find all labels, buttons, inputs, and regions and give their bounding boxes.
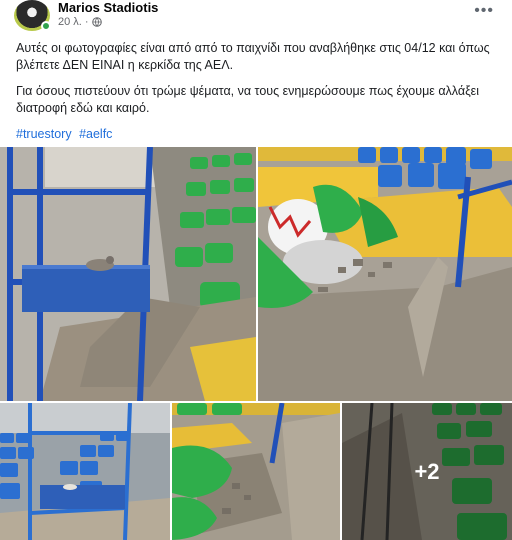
photo-image (0, 147, 256, 401)
post-header: Marios Stadiotis 20 λ. · ••• (0, 0, 512, 36)
photo-image (172, 403, 340, 540)
photo-damaged-green-seats[interactable] (172, 403, 340, 540)
post-paragraph-2: Για όσους πιστεύουν ότι τρώμε ψέματα, να… (16, 84, 480, 115)
hashtags: #truestory #aelfc (16, 126, 498, 143)
post-body: Αυτές οι φωτογραφίες είναι από από το πα… (16, 40, 498, 152)
photo-more-overlay-tile[interactable]: +2 (342, 403, 512, 540)
photo-blue-stand[interactable] (0, 403, 170, 540)
photo-image (0, 403, 170, 540)
post-meta: 20 λ. · (58, 16, 102, 28)
author-name[interactable]: Marios Stadiotis (58, 0, 158, 15)
photo-broken-seats[interactable] (258, 147, 512, 401)
post-time[interactable]: 20 λ. (58, 16, 82, 28)
hashtag-link[interactable]: #aelfc (79, 127, 112, 141)
globe-icon (91, 17, 102, 27)
more-options-button[interactable]: ••• (474, 2, 494, 20)
online-status-dot (41, 21, 51, 31)
hashtag-link[interactable]: #truestory (16, 127, 72, 141)
photo-image (258, 147, 512, 401)
photo-grid: +2 (0, 147, 512, 540)
more-photos-count: +2 (342, 403, 512, 540)
photo-stand-pigeon[interactable] (0, 147, 256, 401)
post-paragraph-1: Αυτές οι φωτογραφίες είναι από από το πα… (16, 41, 490, 72)
